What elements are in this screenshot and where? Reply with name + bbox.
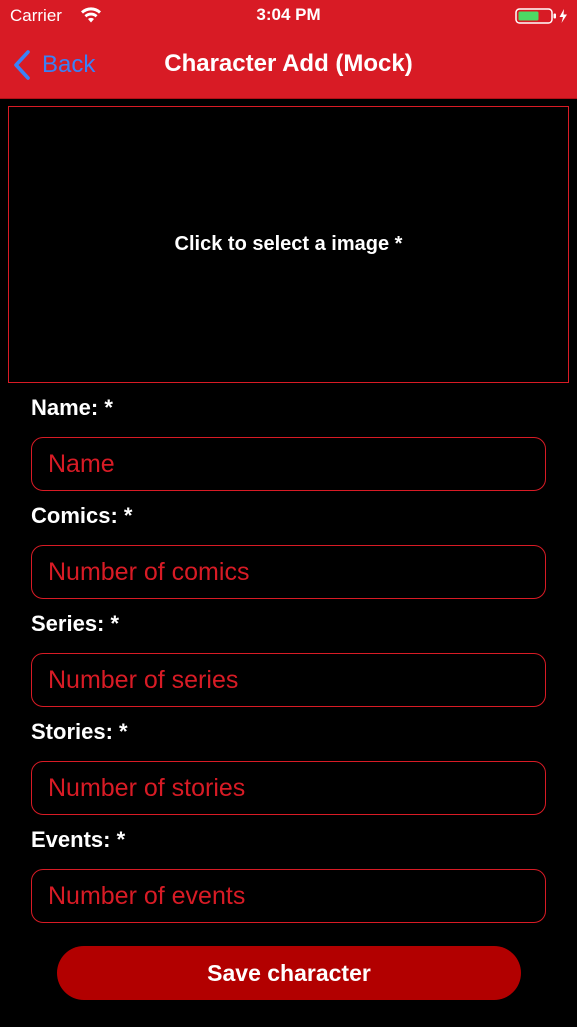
image-picker[interactable]: Click to select a image *	[8, 106, 569, 383]
comics-input[interactable]	[31, 545, 546, 599]
series-input[interactable]	[31, 653, 546, 707]
page-title: Character Add (Mock)	[164, 50, 413, 77]
status-bar: Carrier 3:04 PM	[0, 0, 577, 32]
series-label: Series: *	[31, 611, 120, 636]
name-input[interactable]	[31, 437, 546, 491]
nav-bar: Back Character Add (Mock)	[0, 32, 577, 98]
screen: Carrier 3:04 PM Back Character Add (Mock…	[0, 0, 577, 1027]
header: Carrier 3:04 PM Back Character Add (Mock…	[0, 0, 577, 99]
stories-input[interactable]	[31, 761, 546, 815]
comics-label: Comics: *	[31, 503, 133, 528]
image-picker-label: Click to select a image *	[174, 233, 403, 255]
stories-label: Stories: *	[31, 719, 128, 744]
save-character-button[interactable]: Save character	[57, 946, 521, 1000]
name-label: Name: *	[31, 395, 113, 420]
status-time: 3:04 PM	[256, 5, 321, 24]
events-input[interactable]	[31, 869, 546, 923]
battery-charging-icon	[515, 8, 567, 24]
events-label: Events: *	[31, 827, 126, 852]
header-divider	[0, 98, 577, 99]
